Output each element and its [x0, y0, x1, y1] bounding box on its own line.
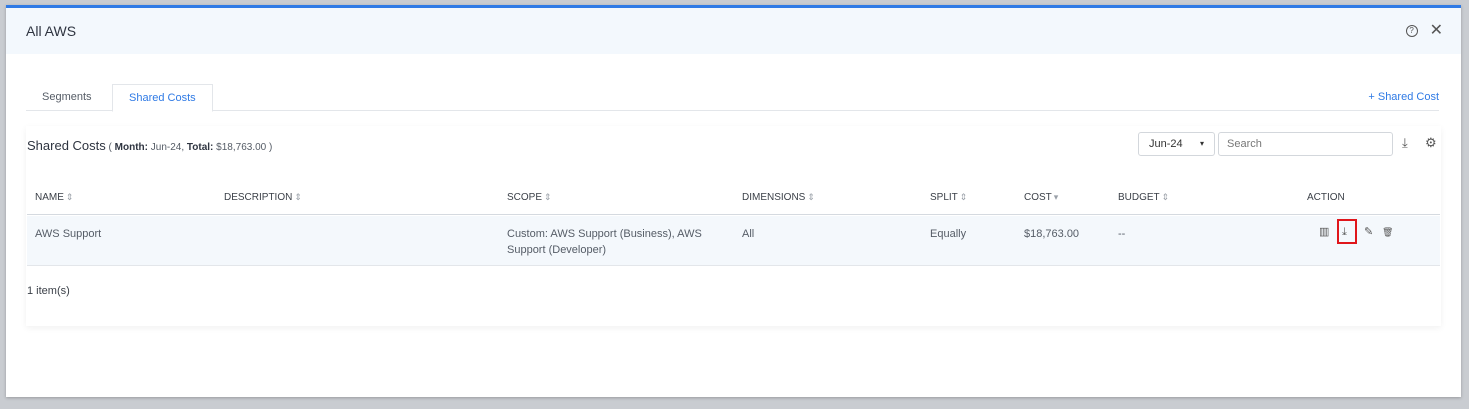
sort-icon: ⇕ — [1161, 192, 1170, 202]
col-budget[interactable]: BUDGET ⇕ — [1118, 192, 1169, 203]
help-icon[interactable]: ? — [1405, 25, 1418, 37]
settings-icon[interactable]: ⚙ — [1425, 136, 1437, 150]
header-icons: ? ✕ — [1405, 23, 1443, 39]
cell-dimensions: All — [742, 228, 755, 240]
col-action: ACTION — [1307, 192, 1345, 203]
cell-budget: -- — [1118, 228, 1126, 240]
download-row-icon[interactable]: ⤓ — [1342, 226, 1347, 238]
modal-title: All AWS — [26, 23, 77, 39]
col-budget-label: BUDGET — [1118, 192, 1160, 203]
col-cost[interactable]: COST ▾ — [1024, 192, 1058, 203]
tab-segments[interactable]: Segments — [26, 84, 108, 111]
cell-name: AWS Support — [35, 228, 102, 240]
cell-split: Equally — [930, 228, 967, 240]
sort-icon: ⇕ — [544, 192, 552, 202]
month-select[interactable]: Jun-24 ▾ — [1138, 132, 1215, 156]
month-select-value: Jun-24 — [1149, 138, 1183, 150]
shared-costs-modal: All AWS ? ✕ Segments Shared Costs + Shar… — [6, 5, 1461, 397]
col-description[interactable]: DESCRIPTION ⇕ — [224, 192, 302, 203]
col-dimensions[interactable]: DIMENSIONS ⇕ — [742, 192, 815, 203]
total-value: $18,763.00 ) — [213, 142, 273, 153]
total-label: Total: — [186, 142, 214, 153]
sort-icon: ⇕ — [294, 192, 302, 202]
tab-shared-costs[interactable]: Shared Costs — [112, 84, 213, 112]
col-name-label: NAME — [35, 192, 64, 203]
close-icon[interactable]: ✕ — [1430, 23, 1443, 39]
table-header: NAME ⇕ DESCRIPTION ⇕ SCOPE ⇕ DIMENSIONS ⇕ SP… — [27, 184, 1440, 215]
tabs-row: Segments Shared Costs + Shared Cost — [26, 84, 1439, 112]
col-scope-label: SCOPE — [507, 192, 543, 203]
highlight-box — [1337, 219, 1357, 244]
table-row: AWS Support Custom: AWS Support (Busines… — [27, 216, 1440, 266]
month-value: Jun-24, — [147, 142, 187, 153]
sort-desc-icon: ▾ — [1053, 192, 1059, 202]
col-dimensions-label: DIMENSIONS — [742, 192, 806, 203]
shared-costs-card: Shared Costs ( Month: Jun-24, Total: $18… — [26, 126, 1441, 326]
cell-cost: $18,763.00 — [1024, 228, 1080, 240]
download-icon[interactable]: ⤓ — [1402, 136, 1408, 150]
col-cost-label: COST — [1024, 192, 1052, 203]
search-input[interactable] — [1218, 132, 1393, 156]
add-shared-cost-link[interactable]: + Shared Cost — [1368, 84, 1439, 110]
edit-icon[interactable]: ✎ — [1364, 226, 1373, 238]
chart-icon[interactable]: ▥ — [1319, 226, 1329, 238]
col-description-label: DESCRIPTION — [224, 192, 293, 203]
sort-icon: ⇕ — [959, 192, 968, 202]
card-title-text: Shared Costs — [27, 138, 106, 153]
trash-icon[interactable]: 🗑 — [1382, 226, 1393, 238]
card-meta: ( Month: Jun-24, Total: $18,763.00 ) — [106, 142, 273, 153]
cell-scope: Custom: AWS Support (Business), AWS Supp… — [507, 228, 702, 256]
modal-header: All AWS ? ✕ — [6, 8, 1461, 54]
col-split[interactable]: SPLIT ⇕ — [930, 192, 967, 203]
col-scope[interactable]: SCOPE ⇕ — [507, 192, 552, 203]
col-name[interactable]: NAME ⇕ — [35, 192, 73, 203]
col-split-label: SPLIT — [930, 192, 958, 203]
meta-open: ( — [105, 142, 115, 153]
sort-icon: ⇕ — [807, 192, 815, 202]
card-title: Shared Costs ( Month: Jun-24, Total: $18… — [27, 138, 272, 153]
month-label: Month: — [114, 142, 148, 153]
chevron-down-icon: ▾ — [1199, 139, 1204, 148]
sort-icon: ⇕ — [65, 192, 74, 202]
items-count: 1 item(s) — [27, 285, 70, 297]
